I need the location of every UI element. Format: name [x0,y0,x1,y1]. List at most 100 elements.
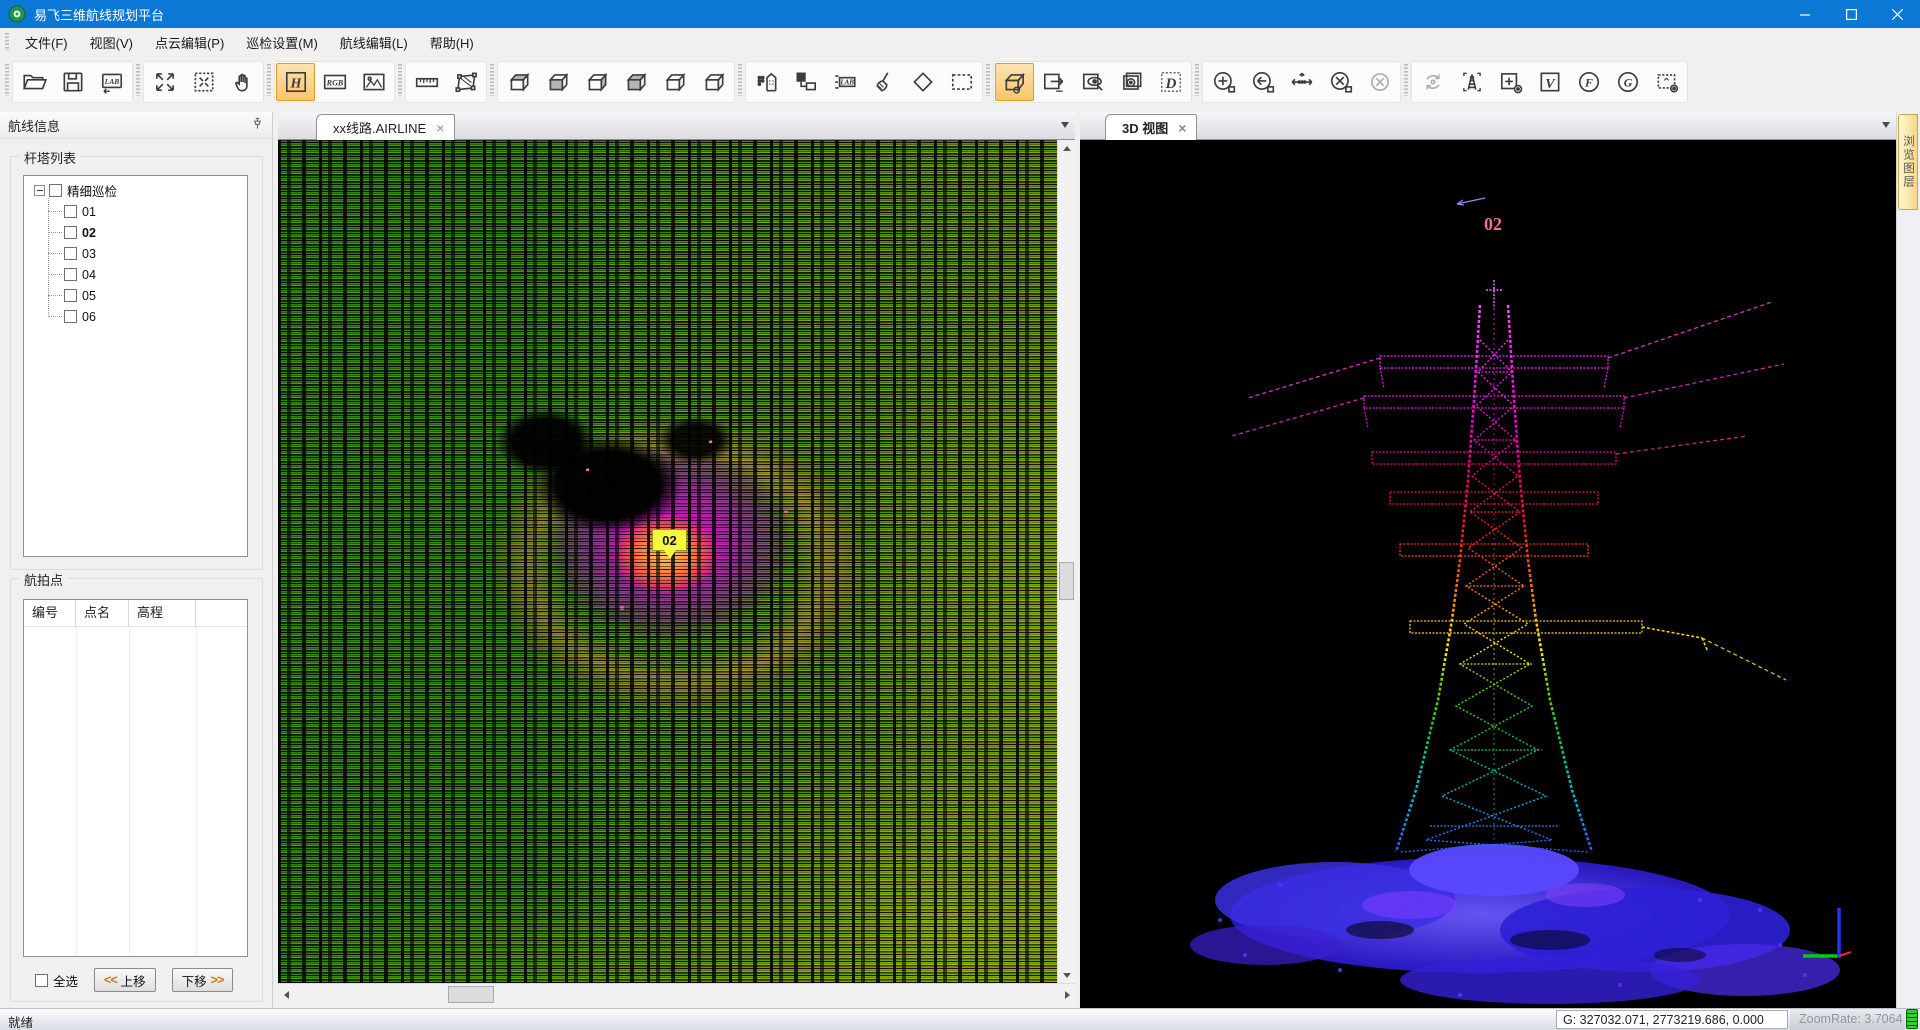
tree-item-05[interactable]: 05 [48,285,247,306]
move-down-button[interactable]: 下移 >> [172,968,234,992]
classify-points-button[interactable] [747,63,786,101]
preview-profile-button[interactable] [1073,63,1112,101]
tree-item-checkbox[interactable] [64,289,77,302]
tree-item-04[interactable]: 04 [48,264,247,285]
select-rect-button[interactable] [942,63,981,101]
tree-item-checkbox[interactable] [64,310,77,323]
view-left-button[interactable] [577,63,616,101]
open-file-button[interactable] [14,63,53,101]
move-up-button[interactable]: << 上移 [94,968,156,992]
pointcloud-3d-viewport[interactable]: 02 [1080,140,1896,1008]
horizontal-scroll-thumb[interactable] [448,986,494,1003]
menu-item[interactable]: 帮助(H) [419,29,485,56]
g-mode-button[interactable]: G [1608,63,1647,101]
tree-item-checkbox[interactable] [64,205,77,218]
prev-waypoint-button[interactable] [1243,63,1282,101]
tree-item-checkbox[interactable] [64,247,77,260]
v-mode-button[interactable]: V [1530,63,1569,101]
table-body[interactable] [24,627,247,956]
profile-layers-button[interactable] [1112,63,1151,101]
eraser-button[interactable] [903,63,942,101]
pin-icon[interactable] [251,117,264,133]
tree-root-checkbox[interactable] [49,184,62,197]
add-tower-button[interactable] [1491,63,1530,101]
photo-points-table[interactable]: 编号点名高程 [23,599,248,957]
view-front-button[interactable] [655,63,694,101]
horizontal-scrollbar[interactable] [278,983,1075,1005]
tree-item-02[interactable]: 02 [48,222,247,243]
menu-item[interactable]: 巡检设置(M) [235,29,329,56]
f-mode-button[interactable]: F [1569,63,1608,101]
view-back-button[interactable] [694,63,733,101]
tree-root-row[interactable]: 精细巡检 [24,180,247,201]
dynamic-profile-button[interactable]: D [1151,63,1190,101]
tree-item-label[interactable]: 05 [80,289,98,303]
select-all-checkbox[interactable] [35,974,48,987]
move-waypoint-button[interactable] [1282,63,1321,101]
rotate-view-button[interactable] [1413,63,1452,101]
scroll-right-icon[interactable] [1059,984,1075,1005]
tab-list-dropdown-icon[interactable] [1061,122,1069,128]
delete-all-waypoints-button[interactable] [1360,63,1399,101]
fit-window-button[interactable] [184,63,223,101]
vertical-scrollbar[interactable] [1057,140,1075,983]
tree-item-checkbox[interactable] [64,226,77,239]
vertical-scroll-thumb[interactable] [1059,562,1074,600]
tower-lattice [1364,280,1708,852]
image-render-button[interactable] [354,63,393,101]
brush-clean-button[interactable] [864,63,903,101]
select-box-class-button[interactable] [786,63,825,101]
tower-marker-2d[interactable]: 02 [652,529,687,551]
profile-view-button[interactable] [995,63,1034,101]
tree-item-label[interactable]: 02 [80,226,98,240]
pointcloud-2d-viewport[interactable]: 02 [278,140,1057,983]
tree-item-label[interactable]: 01 [80,205,98,219]
save-label-button[interactable]: LAB [92,63,131,101]
minimize-button[interactable] [1782,0,1828,28]
height-render-button[interactable]: H [276,63,315,101]
tree-item-06[interactable]: 06 [48,306,247,327]
tree-item-checkbox[interactable] [64,268,77,281]
maximize-button[interactable] [1828,0,1874,28]
tree-collapse-icon[interactable] [34,185,45,196]
rgb-render-button[interactable]: RGB [315,63,354,101]
tree-item-label[interactable]: 06 [80,310,98,324]
tree-item-01[interactable]: 01 [48,201,247,222]
add-waypoint-button[interactable] [1204,63,1243,101]
tree-root-label[interactable]: 精细巡检 [65,181,119,200]
tab-close-icon[interactable]: × [1178,121,1186,135]
scroll-up-icon[interactable] [1058,140,1075,156]
delete-waypoint-button[interactable] [1321,63,1360,101]
tree-item-label[interactable]: 03 [80,247,98,261]
export-profile-button[interactable] [1034,63,1073,101]
tree-connector [48,253,62,254]
scroll-left-icon[interactable] [278,984,294,1005]
menu-item[interactable]: 文件(F) [14,29,79,56]
tab-airline[interactable]: xx线路.AIRLINE × [316,114,455,140]
close-button[interactable] [1874,0,1920,28]
label-lines-button[interactable]: LAB [825,63,864,101]
tower-center-button[interactable] [1452,63,1491,101]
menu-item[interactable]: 视图(V) [79,29,144,56]
tab-close-icon[interactable]: × [436,121,444,135]
region-select-button[interactable] [1647,63,1686,101]
save-file-button[interactable] [53,63,92,101]
toolbar-grip [136,64,140,96]
view-right-button[interactable] [616,63,655,101]
tower-tree[interactable]: 精细巡检 01 02 03 04 05 06 [23,175,248,557]
view-top-button[interactable] [499,63,538,101]
layers-side-tab[interactable]: 浏览图层 [1898,114,1918,210]
zoom-extents-button[interactable] [145,63,184,101]
tree-item-03[interactable]: 03 [48,243,247,264]
clip-polygon-button[interactable] [446,63,485,101]
tree-item-label[interactable]: 04 [80,268,98,282]
menu-item[interactable]: 航线编辑(L) [329,29,419,56]
menu-item[interactable]: 点云编辑(P) [144,29,235,56]
measure-ruler-button[interactable] [407,63,446,101]
pan-hand-button[interactable] [223,63,262,101]
tab-list-dropdown-icon[interactable] [1882,122,1890,128]
view-bottom-button[interactable] [538,63,577,101]
toolbar-grip [986,64,990,96]
scroll-down-icon[interactable] [1058,967,1075,983]
tab-3d-view[interactable]: 3D 视图 × [1105,114,1197,140]
